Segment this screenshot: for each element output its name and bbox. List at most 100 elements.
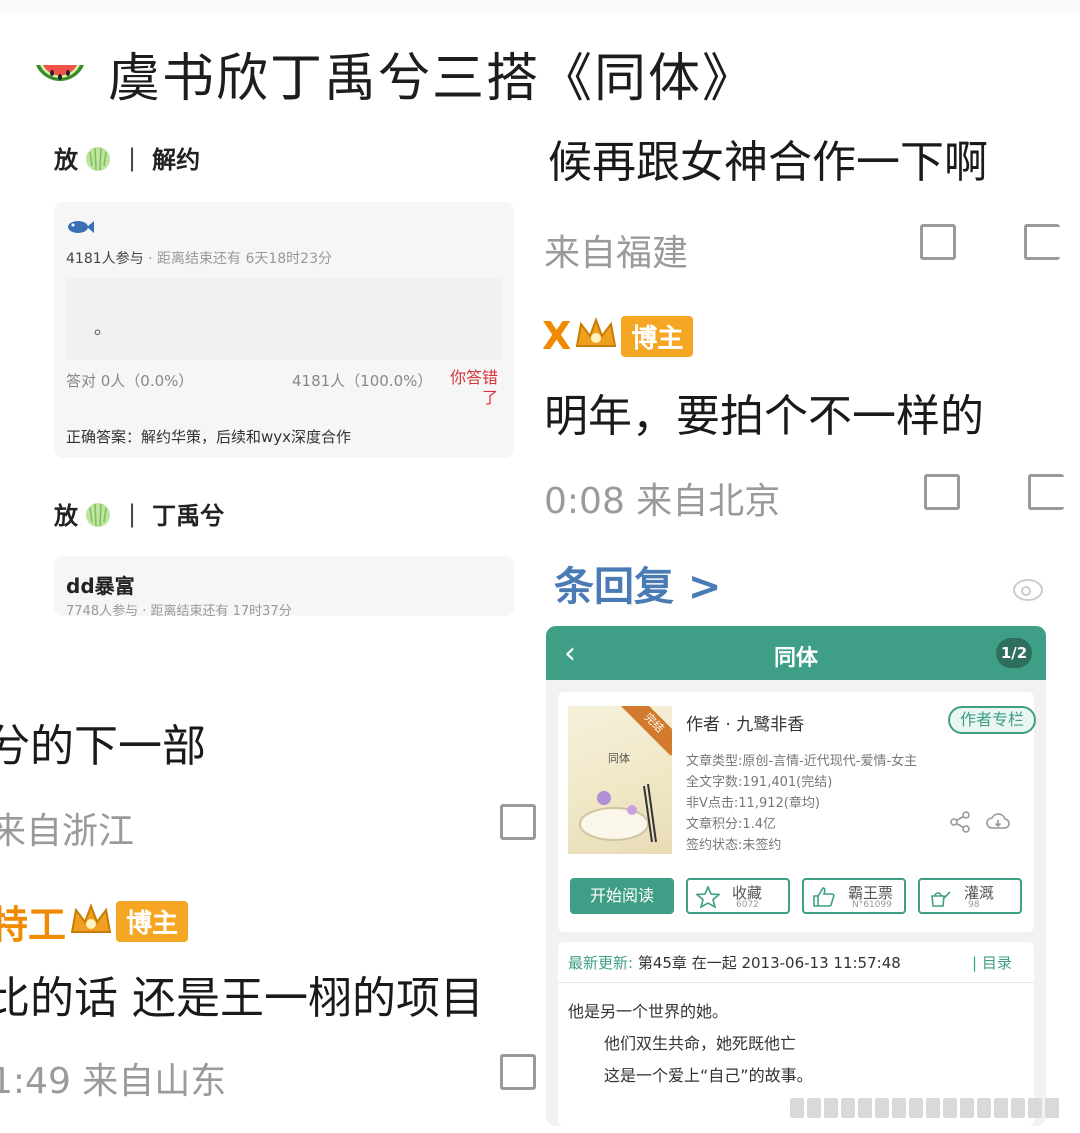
reply-count-link[interactable]: 条回复 > bbox=[554, 554, 721, 612]
water-button[interactable]: 灌溉 98 bbox=[918, 878, 1022, 914]
latest-update[interactable]: 最新更新: 第45章 在一起 2013-06-13 11:57:48 bbox=[568, 952, 901, 973]
right-comment2-text: 明年，要拍个不一样的 bbox=[544, 391, 984, 442]
water-count: 98 bbox=[968, 900, 980, 910]
quiz2-title-prefix: 放 bbox=[54, 502, 78, 530]
watermark-mark bbox=[790, 1098, 804, 1118]
quiz2-title-sep: | bbox=[128, 499, 137, 528]
left-user2[interactable]: 特工 博主 bbox=[0, 894, 189, 949]
quiz1-wrong-badge: 你答错了 bbox=[449, 368, 498, 407]
quiz1-title-sep: | bbox=[128, 143, 137, 172]
thumbs-up-icon bbox=[813, 887, 835, 907]
quiz1-wrong-stat: 4181人（100.0%） bbox=[292, 372, 433, 390]
book-actions bbox=[948, 810, 1010, 834]
book-score: 文章积分:1.4亿 bbox=[686, 817, 777, 832]
watermark-mark bbox=[977, 1098, 991, 1118]
quiz1-meta: 4181人参与 · 距离结束还有 6天18时23分 bbox=[66, 248, 332, 268]
crown-icon bbox=[576, 317, 617, 347]
watermark-mark bbox=[1011, 1098, 1025, 1118]
top-strip bbox=[0, 0, 1080, 12]
watermark-mark bbox=[1045, 1098, 1059, 1118]
book-app-header: ‹ 同体 1/2 bbox=[546, 626, 1046, 680]
headline: 虞书欣丁禹兮三搭《同体》 bbox=[30, 28, 756, 118]
book-cover[interactable]: 完结 同体 bbox=[568, 706, 672, 854]
start-reading-button[interactable]: 开始阅读 bbox=[570, 878, 674, 914]
blogger-badge: 博主 bbox=[116, 901, 189, 942]
watermark-mark bbox=[909, 1098, 923, 1118]
left-comment1-location: 来自浙江 bbox=[0, 811, 135, 852]
share-icon[interactable] bbox=[500, 804, 536, 840]
download-icon[interactable] bbox=[986, 810, 1010, 834]
left-comment1-text: 兮的下一部 bbox=[0, 721, 206, 772]
right-comments: 候再跟女神合作一下啊 来自福建 X 博主 明年，要拍个不一样的 0:08 来自北… bbox=[540, 118, 1080, 618]
crown-icon bbox=[70, 902, 112, 933]
book-app-panel: ‹ 同体 1/2 完结 同体 作者 · 九鹭非香 作者专栏 文章类型:原创-言情… bbox=[546, 626, 1046, 1126]
share-icon[interactable] bbox=[920, 224, 956, 260]
book-words: 全文字数:191,401(完结) bbox=[686, 775, 833, 790]
comment-icon[interactable] bbox=[1024, 224, 1060, 260]
book-sign: 签约状态:未签约 bbox=[686, 838, 782, 853]
page-indicator: 1/2 bbox=[996, 638, 1032, 668]
quiz1-card[interactable]: 4181人参与 · 距离结束还有 6天18时23分 。 答对 0人（0.0%） … bbox=[54, 202, 514, 458]
comment-icon[interactable] bbox=[1028, 474, 1064, 510]
quiz1-countdown: · 距离结束还有 6天18时23分 bbox=[148, 251, 332, 267]
share-icon[interactable] bbox=[924, 474, 960, 510]
watermark-mark bbox=[960, 1098, 974, 1118]
watermark-mark bbox=[892, 1098, 906, 1118]
right-comment1-location: 来自福建 bbox=[544, 233, 689, 274]
share-icon[interactable] bbox=[948, 810, 972, 834]
watermark-mark bbox=[841, 1098, 855, 1118]
quiz1-participants: 4181人参与 bbox=[66, 251, 144, 267]
fish-icon bbox=[68, 221, 94, 233]
synopsis-line2: 他们双生共命，她死既他亡 bbox=[604, 1034, 797, 1053]
right-user2-name: X bbox=[542, 314, 572, 358]
weibo-logo-icon bbox=[1013, 579, 1043, 601]
left-user2-name: 特工 bbox=[0, 903, 67, 947]
divider bbox=[558, 982, 1034, 983]
melon-icon bbox=[86, 146, 110, 171]
favorite-button[interactable]: 收藏 6072 bbox=[686, 878, 790, 914]
quiz2-title[interactable]: 放 | 丁禹兮 bbox=[54, 496, 224, 531]
quiz1-question-text: 。 bbox=[94, 318, 112, 339]
toc-link[interactable]: | 目录 bbox=[972, 952, 1012, 973]
watermark-mark bbox=[824, 1098, 838, 1118]
quiz2-title-topic: 丁禹兮 bbox=[152, 502, 225, 530]
cover-complete-tag: 完结 bbox=[621, 706, 672, 756]
cover-title: 同体 bbox=[608, 752, 630, 765]
watermark-mark bbox=[943, 1098, 957, 1118]
quiz-panel: 放 | 解约 4181人参与 · 距离结束还有 6天18时23分 。 答对 0人… bbox=[30, 118, 530, 618]
watermark bbox=[790, 1090, 1070, 1126]
quiz1-answer: 正确答案：解约华策，后续和wyx深度合作 bbox=[66, 428, 352, 446]
watermark-mark bbox=[858, 1098, 872, 1118]
quiz1-question[interactable]: 。 bbox=[66, 278, 502, 360]
star-icon bbox=[696, 886, 720, 908]
left-comments: 兮的下一部 来自浙江 特工 博主 比的话 还是王一栩的项目 1:49 来自山东 bbox=[0, 680, 540, 1133]
headline-title: 虞书欣丁禹兮三搭《同体》 bbox=[108, 48, 757, 109]
quiz1-title-topic: 解约 bbox=[152, 146, 201, 174]
favorite-count: 6072 bbox=[736, 900, 759, 910]
quiz2-card[interactable]: dd暴富 7748人参与 · 距离结束还有 17时37分 bbox=[54, 556, 514, 616]
watering-can-icon bbox=[931, 891, 951, 907]
quiz2-card-title: dd暴富 bbox=[66, 574, 135, 598]
blogger-badge: 博主 bbox=[621, 315, 694, 357]
book-button-row: 开始阅读 收藏 6072 霸王票 N°61099 灌溉 98 bbox=[570, 878, 1022, 914]
latest-update-text: 第45章 在一起 2013-06-13 11:57:48 bbox=[637, 954, 901, 972]
book-info-card: 完结 同体 作者 · 九鹭非香 作者专栏 文章类型:原创-言情-近代现代-爱情-… bbox=[558, 692, 1036, 932]
author-column-button[interactable]: 作者专栏 bbox=[948, 706, 1036, 734]
watermark-mark bbox=[926, 1098, 940, 1118]
right-user2[interactable]: X 博主 bbox=[542, 314, 694, 358]
watermark-mark bbox=[807, 1098, 821, 1118]
book-author: 作者 · 九鹭非香 bbox=[686, 715, 805, 735]
watermelon-icon bbox=[36, 65, 84, 81]
bawang-ticket-button[interactable]: 霸王票 N°61099 bbox=[802, 878, 906, 914]
watermark-mark bbox=[994, 1098, 1008, 1118]
share-icon[interactable] bbox=[500, 1054, 536, 1090]
right-comment2-location: 0:08 来自北京 bbox=[544, 481, 781, 522]
cover-art-icon bbox=[579, 783, 657, 843]
synopsis-line3: 这是一个爱上“自己”的故事。 bbox=[604, 1066, 813, 1085]
latest-update-label: 最新更新: bbox=[568, 954, 634, 972]
left-comment2-location: 1:49 来自山东 bbox=[0, 1061, 227, 1102]
quiz1-title[interactable]: 放 | 解约 bbox=[54, 140, 200, 175]
left-comment2-text: 比的话 还是王一栩的项目 bbox=[0, 973, 484, 1024]
quiz1-stats: 答对 0人（0.0%） 4181人（100.0%） bbox=[66, 370, 502, 391]
quiz2-card-meta: 7748人参与 · 距离结束还有 17时37分 bbox=[66, 604, 292, 616]
